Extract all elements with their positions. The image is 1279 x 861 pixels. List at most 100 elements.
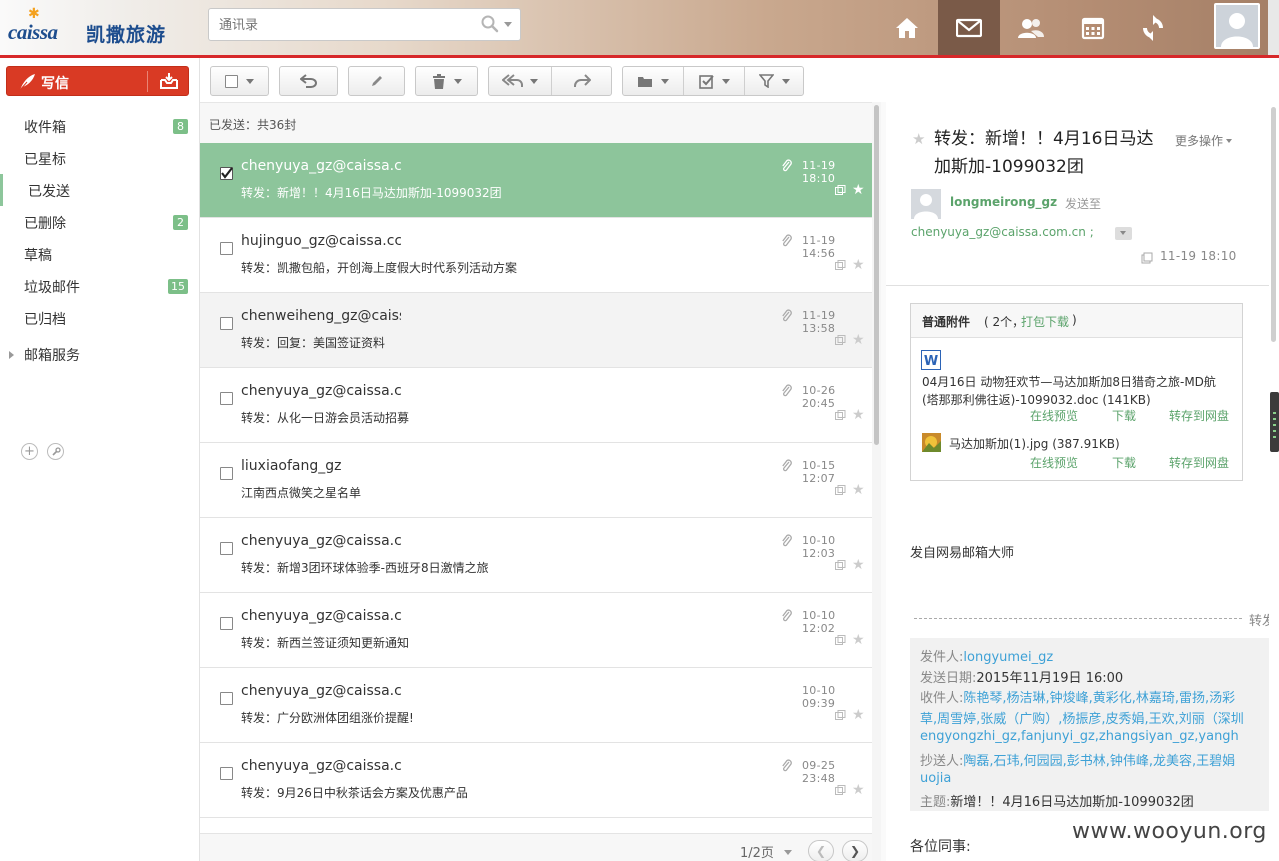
row-checkbox[interactable] <box>220 692 233 705</box>
row-checkbox[interactable] <box>220 617 233 630</box>
attachment-name[interactable]: 04月16日 动物狂欢节—马达加斯加8日猎奇之旅-MD航 <box>922 373 1216 390</box>
mail-row[interactable]: chenyuya_gz@caissa.c 转发：9月26日中秋茶话会方案及优惠产品… <box>200 743 872 818</box>
forward-button[interactable] <box>552 67 612 95</box>
expand-triangle-icon[interactable] <box>9 351 14 359</box>
download-link[interactable]: 下载 <box>1112 454 1136 471</box>
row-checkbox[interactable] <box>220 242 233 255</box>
folder-label: 收件箱 <box>24 120 66 136</box>
prev-page-button[interactable]: ❮ <box>808 840 834 861</box>
recipients-expand-button[interactable] <box>1115 227 1132 240</box>
undo-button[interactable] <box>279 66 338 96</box>
nav-mail-button[interactable] <box>938 0 1000 55</box>
folder-starred[interactable]: 已星标 <box>0 142 199 174</box>
mail-row[interactable]: liuxiaofang_gz 江南西点微笑之星名单 10-15 12:07 ★ <box>200 443 872 518</box>
save-to-drive-link[interactable]: 转存到网盘 <box>1169 454 1229 471</box>
nav-home-button[interactable] <box>876 0 938 55</box>
nav-calendar-button[interactable] <box>1062 0 1124 55</box>
list-scroll-thumb[interactable] <box>874 105 879 445</box>
select-all-button[interactable] <box>210 66 269 96</box>
folder-archived[interactable]: 已归档 <box>0 302 199 334</box>
mail-row[interactable]: hujinguo_gz@caissa.cc 转发：凯撒包船，开创海上度假大时代系列… <box>200 218 872 293</box>
copy-icon[interactable] <box>835 785 846 795</box>
row-checkbox[interactable] <box>220 392 233 405</box>
star-icon[interactable]: ★ <box>852 707 865 723</box>
mail-row[interactable]: chenyuya_gz@caissa.c 转发：从化一日游会员活动招募 10-26 … <box>200 368 872 443</box>
row-checkbox[interactable] <box>220 317 233 330</box>
star-icon[interactable]: ★ <box>852 182 865 198</box>
folder-mail-services[interactable]: 邮箱服务 <box>0 338 199 370</box>
copy-icon[interactable] <box>835 560 846 570</box>
row-checkbox[interactable] <box>220 542 233 555</box>
row-checkbox[interactable] <box>220 767 233 780</box>
download-all-link[interactable]: 打包下载 <box>1021 313 1069 330</box>
user-avatar[interactable] <box>1214 3 1260 49</box>
copy-icon[interactable] <box>835 485 846 495</box>
preview-link[interactable]: 在线预览 <box>1030 407 1078 424</box>
mail-row[interactable]: chenyuya_gz@caissa.c 转发：新增！！4月16日马达加斯加-10… <box>200 143 872 218</box>
quote-to-row-2[interactable]: 草,周雪婷,张威（广购）,杨振彦,皮秀娟,王欢,刘丽（深圳 <box>920 708 1244 727</box>
side-volume-handle[interactable] <box>1270 392 1279 452</box>
copy-icon[interactable] <box>835 335 846 345</box>
mail-row[interactable]: chenyuya_gz@caissa.c 转发：广分欧洲体团组涨价提醒! 10-10… <box>200 668 872 743</box>
delete-button[interactable] <box>415 66 478 96</box>
star-icon[interactable]: ★ <box>852 482 865 498</box>
mail-row[interactable]: chenyuya_gz@caissa.c 转发：新增3团环球体验季-西班牙8日激情… <box>200 518 872 593</box>
copy-icon[interactable] <box>1141 252 1153 264</box>
search-icon[interactable] <box>481 15 499 33</box>
quote-to-row-3[interactable]: engyongzhi_gz,fanjunyi_gz,zhangsiyan_gz,… <box>920 729 1239 744</box>
folder-spam[interactable]: 垃圾邮件 15 <box>0 270 199 302</box>
copy-icon[interactable] <box>835 410 846 420</box>
star-icon[interactable]: ★ <box>912 130 925 148</box>
nav-sync-button[interactable] <box>1122 0 1184 55</box>
reply-all-button[interactable] <box>489 67 551 95</box>
copy-icon[interactable] <box>835 710 846 720</box>
folder-sent[interactable]: 已发送 <box>0 174 199 206</box>
folder-deleted[interactable]: 已删除 2 <box>0 206 199 238</box>
mail-row[interactable]: chenweiheng_gz@caiss 转发：回复：美国签证资料 11-19 13… <box>200 293 872 368</box>
star-icon[interactable]: ★ <box>852 332 865 348</box>
reading-scroll-thumb[interactable] <box>1271 107 1276 342</box>
mark-button[interactable] <box>684 67 744 95</box>
edit-button[interactable] <box>348 66 405 96</box>
copy-icon[interactable] <box>835 185 846 195</box>
search-input[interactable] <box>219 16 469 34</box>
save-to-drive-link[interactable]: 转存到网盘 <box>1169 407 1229 424</box>
star-icon[interactable]: ★ <box>852 782 865 798</box>
quote-cc-row-2[interactable]: uojia <box>920 771 951 786</box>
recipient-address[interactable]: chenyuya_gz@caissa.com.cn ; <box>911 225 1094 239</box>
nav-contacts-button[interactable] <box>1000 0 1062 55</box>
sender-name[interactable]: longmeirong_gz <box>950 195 1057 209</box>
search-dropdown-caret[interactable] <box>504 22 512 27</box>
folder-drafts[interactable]: 草稿 <box>0 238 199 270</box>
folder-inbox[interactable]: 收件箱 8 <box>0 110 199 142</box>
copy-icon[interactable] <box>835 635 846 645</box>
add-folder-icon[interactable]: + <box>21 443 38 460</box>
preview-link[interactable]: 在线预览 <box>1030 454 1078 471</box>
row-checkbox[interactable] <box>220 467 233 480</box>
caissa-logo[interactable]: ✱ caissa 凯撒旅游 <box>8 6 173 46</box>
receive-mail-icon[interactable] <box>159 72 179 90</box>
star-icon[interactable]: ★ <box>852 257 865 273</box>
next-page-button[interactable]: ❯ <box>842 840 868 861</box>
filter-button[interactable] <box>745 67 804 95</box>
chevron-down-icon[interactable] <box>784 850 792 855</box>
star-icon[interactable]: ★ <box>852 407 865 423</box>
contact-search[interactable] <box>208 8 521 41</box>
check-square-icon <box>698 74 714 89</box>
attachment-name[interactable]: 马达加斯加(1).jpg (387.91KB) <box>949 435 1120 452</box>
more-actions-button[interactable]: 更多操作 <box>1175 132 1223 149</box>
quote-to-row: 收件人:陈艳琴,杨洁琳,钟焌峰,黄彩化,林嘉琦,雷扬,汤彩 <box>920 691 1236 706</box>
quote-from-link[interactable]: longyumei_gz <box>963 650 1053 665</box>
mail-row[interactable]: chenyuya_gz@caissa.c 转发：新西兰签证须知更新通知 10-10 … <box>200 593 872 668</box>
move-to-folder-button[interactable] <box>623 67 683 95</box>
wrench-settings-icon[interactable] <box>47 443 64 460</box>
star-icon[interactable]: ★ <box>852 632 865 648</box>
row-checkbox[interactable] <box>220 167 233 180</box>
page-indicator[interactable]: 1/2页 <box>740 842 774 861</box>
copy-icon[interactable] <box>835 260 846 270</box>
star-icon[interactable]: ★ <box>852 557 865 573</box>
compose-button[interactable]: 写信 <box>6 66 189 96</box>
chevron-down-icon[interactable] <box>1226 139 1232 143</box>
download-link[interactable]: 下载 <box>1112 407 1136 424</box>
attachment-name-line2[interactable]: (塔那那利佛往返)-1099032.doc (141KB) <box>922 391 1151 408</box>
